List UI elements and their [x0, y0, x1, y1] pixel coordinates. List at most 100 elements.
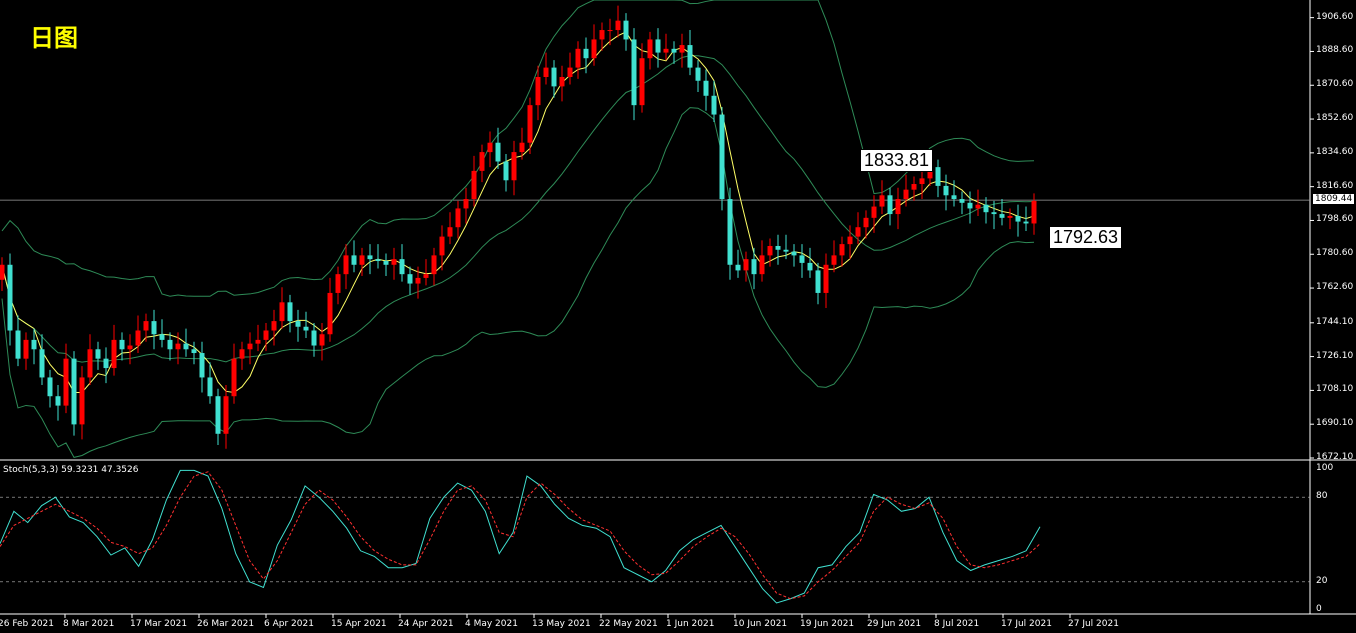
candle-body: [511, 152, 517, 181]
candle-body: [887, 195, 893, 215]
bearish-candle: [807, 247, 813, 278]
candle-body: [599, 30, 605, 40]
bearish-candle: [95, 341, 101, 370]
candle-body: [143, 321, 149, 331]
bullish-candle: [343, 244, 349, 290]
candle-body: [999, 214, 1005, 218]
candle-body: [343, 255, 349, 275]
candle-body: [407, 274, 413, 284]
y-tick-label: 1816.60: [1316, 180, 1354, 191]
bullish-candle: [455, 200, 461, 239]
bearish-candle: [159, 319, 165, 348]
candle-body: [911, 184, 917, 190]
bearish-candle: [655, 28, 661, 68]
candle-body: [271, 321, 277, 331]
bullish-candle: [471, 155, 477, 207]
bullish-candle: [1031, 193, 1037, 235]
candle-body: [983, 204, 989, 213]
candle-body: [231, 358, 237, 397]
candle-body: [455, 208, 461, 228]
bullish-candle: [255, 324, 261, 352]
candle-body: [679, 45, 685, 53]
stochastic-label: Stoch(5,3,3) 59.3231 47.3526: [3, 465, 139, 475]
candle-body: [135, 330, 141, 346]
candle-body: [647, 39, 653, 59]
candle-body: [543, 67, 549, 77]
candle-body: [1031, 200, 1037, 224]
candle-body: [55, 396, 61, 406]
bearish-candle: [375, 244, 381, 269]
candle-body: [247, 343, 253, 350]
candle-body: [39, 349, 45, 378]
candle-body: [319, 334, 325, 346]
bullish-candle: [319, 322, 325, 361]
bullish-candle: [607, 18, 613, 46]
y-tick-label: 1672.10: [1316, 452, 1354, 462]
bullish-candle: [79, 366, 85, 440]
candle-body: [695, 67, 701, 81]
bullish-candle: [639, 43, 645, 113]
candle-body: [863, 217, 869, 228]
x-tick-label: 17 Mar 2021: [130, 619, 188, 629]
chart-frame: [0, 0, 1356, 618]
bearish-candle: [1023, 206, 1029, 231]
bullish-candle: [543, 52, 549, 85]
candle-body: [951, 195, 957, 200]
candle-body: [223, 396, 229, 434]
x-tick-label: 1 Jun 2021: [666, 619, 715, 629]
candle-body: [183, 343, 189, 350]
bullish-candle: [423, 259, 429, 286]
bullish-candle: [879, 180, 885, 215]
candle-body: [879, 195, 885, 207]
candle-body: [903, 189, 909, 200]
candle-body: [727, 199, 733, 265]
bearish-candle: [799, 244, 805, 278]
candle-body: [575, 48, 581, 68]
candle-body: [327, 292, 333, 335]
candle-body: [1007, 215, 1013, 218]
bullish-candle: [1007, 208, 1013, 230]
bearish-candle: [7, 253, 13, 346]
candle-body: [63, 358, 69, 406]
bearish-candle: [303, 311, 309, 339]
candle-body: [359, 255, 365, 265]
candle-body: [215, 396, 221, 434]
candle-body: [495, 142, 501, 162]
candle-body: [735, 264, 741, 271]
candle-body: [687, 45, 693, 68]
bearish-candle: [991, 200, 997, 230]
candle-body: [535, 76, 541, 106]
bullish-candle: [831, 240, 837, 273]
bearish-candle: [735, 249, 741, 278]
candle-body: [175, 343, 181, 350]
candle-body: [23, 339, 29, 359]
candle-body: [1023, 221, 1029, 224]
candle-body: [303, 326, 309, 331]
bearish-candle: [47, 369, 53, 408]
candle-body: [471, 170, 477, 200]
stoch-tick-label: 80: [1316, 491, 1328, 502]
bearish-candle: [623, 13, 629, 51]
candle-body: [351, 255, 357, 265]
bearish-candle: [295, 309, 301, 342]
bullish-candle: [895, 187, 901, 230]
candle-body: [239, 349, 245, 359]
bullish-candle: [143, 313, 149, 342]
bullish-candle: [327, 277, 333, 342]
y-tick-label: 1744.10: [1316, 316, 1354, 327]
candle-body: [591, 39, 597, 59]
candle-body: [935, 167, 941, 186]
candle-body: [839, 244, 845, 256]
bullish-candle: [247, 332, 253, 365]
x-tick-label: 24 Apr 2021: [398, 619, 454, 629]
bullish-candle: [111, 324, 117, 376]
bearish-candle: [719, 107, 725, 211]
candle-body: [783, 249, 789, 252]
y-tick-label: 1888.60: [1316, 45, 1354, 56]
bearish-candle: [167, 332, 173, 361]
candle-body: [0, 264, 5, 280]
candle-body: [487, 142, 493, 153]
bullish-candle: [279, 287, 285, 329]
bullish-candle: [663, 33, 669, 61]
bearish-candle: [39, 334, 45, 385]
